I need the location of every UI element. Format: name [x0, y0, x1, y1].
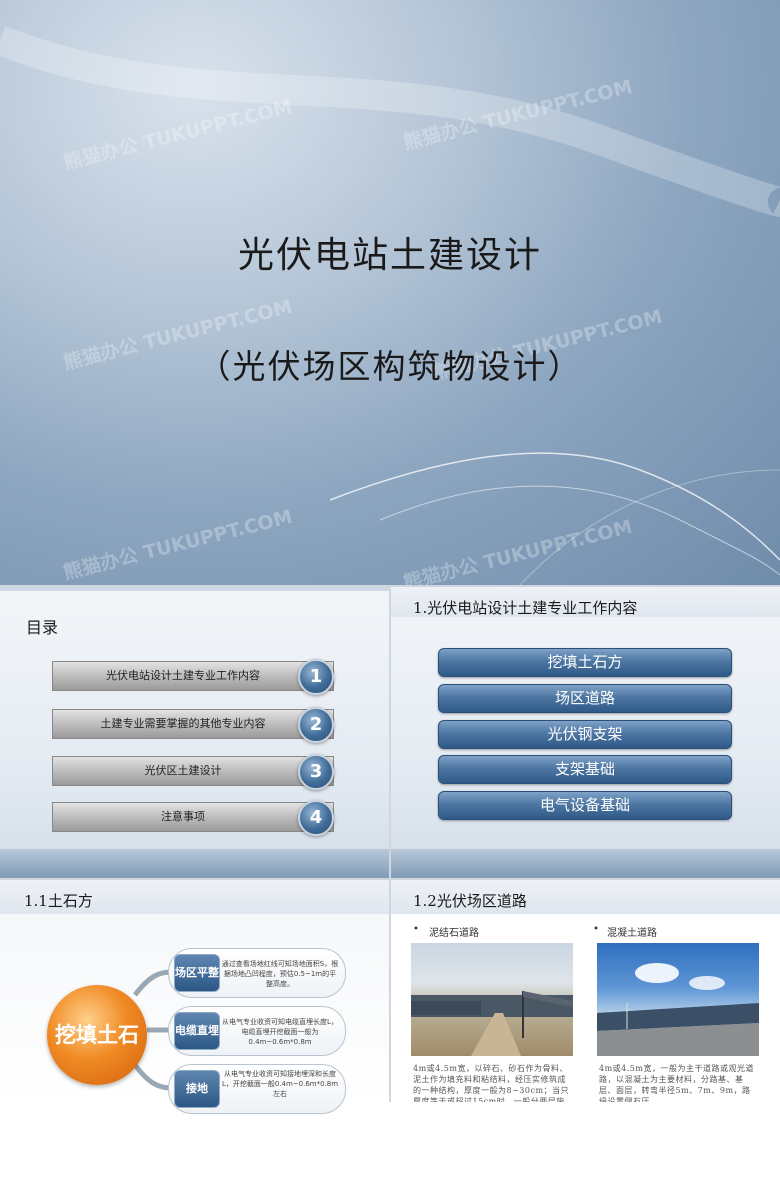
toc-number-badge: 4 [298, 800, 334, 836]
bullet-dot: • [593, 924, 599, 935]
slide-divider [389, 587, 391, 1102]
branch-label: 场区平整 [174, 954, 220, 992]
branch-text: 通过查看场地红线可知场地面积S，根据场地凸凹程度，预估0.5~1m的平整高度。 [221, 960, 339, 988]
toc-item-3[interactable]: 光伏区土建设计 [52, 756, 334, 786]
slide-divider [0, 878, 780, 880]
left-bullet-label: 泥结石道路 [429, 928, 479, 939]
branch-text: 从电气专业收资可知接地埋深和长度L，开挖截面一般0.4m~0.6m*0.8m左右 [221, 1070, 339, 1098]
earthwork-branch-grounding: 接地 从电气专业收资可知接地埋深和长度L，开挖截面一般0.4m~0.6m*0.8… [168, 1064, 346, 1114]
toc-heading: 目录 [26, 618, 59, 637]
gravel-road-photo [411, 943, 573, 1056]
work-item-roads[interactable]: 场区道路 [438, 684, 732, 713]
slide-footer-band [0, 849, 389, 878]
toc-item-label: 光伏区土建设计 [144, 764, 222, 777]
toc-number-badge: 2 [298, 707, 334, 743]
right-bullet-label: 混凝土道路 [607, 928, 657, 939]
toc-item-2[interactable]: 土建专业需要掌握的其他专业内容 [52, 709, 334, 739]
concrete-road-description: 4m或4.5m宽，一般为主干道路或观光道路，以混凝土为主要材料，分路基、基层、面… [599, 1064, 754, 1102]
earthwork-center-label: 挖填土石方 [55, 1022, 139, 1147]
toc-item-label: 光伏电站设计土建专业工作内容 [106, 669, 260, 682]
cover-title: 光伏电站土建设计 [237, 235, 542, 276]
toc-item-1[interactable]: 光伏电站设计土建专业工作内容 [52, 661, 334, 691]
branch-label: 电缆直埋 [174, 1012, 220, 1050]
branch-label: 接地 [174, 1070, 220, 1108]
toc-number-badge: 3 [298, 754, 334, 790]
concrete-road-photo [597, 943, 759, 1056]
bullet-dot: • [413, 924, 419, 935]
slide-footer-band [391, 849, 780, 878]
toc-item-label: 土建专业需要掌握的其他专业内容 [100, 717, 266, 730]
slide-divider [0, 585, 780, 587]
earthwork-branch-grading: 场区平整 通过查看场地红线可知场地面积S，根据场地凸凹程度，预估0.5~1m的平… [168, 948, 346, 998]
toc-slide: 目录 光伏电站设计土建专业工作内容 1 土建专业需要掌握的其他专业内容 2 光伏… [0, 587, 389, 878]
cover-subtitle: （光伏场区构筑物设计） [197, 347, 583, 386]
work-heading: 1.光伏电站设计土建专业工作内容 [413, 599, 638, 617]
roads-slide: 1.2光伏场区道路 • 泥结石道路 • 混凝土道路 4m或4.5m宽，以碎石、砂… [391, 880, 780, 1102]
cover-slide: 熊猫办公 TUKUPPT.COM 熊猫办公 TUKUPPT.COM 熊猫办公 T… [0, 0, 780, 585]
roads-heading: 1.2光伏场区道路 [413, 892, 527, 910]
earthwork-branch-cable: 电缆直埋 从电气专业收资可知电缆直埋长度L，电缆直埋开挖截面一般为0.4m~0.… [168, 1006, 346, 1056]
branch-text: 从电气专业收资可知电缆直埋长度L，电缆直埋开挖截面一般为0.4m~0.6m*0.… [222, 1018, 338, 1046]
work-item-steel-support[interactable]: 光伏钢支架 [438, 720, 732, 749]
gravel-road-description: 4m或4.5m宽，以碎石、砂石作为骨料、泥土作为填充料和粘结料，经压实修筑成的一… [413, 1064, 570, 1102]
cover-swoosh [0, 26, 780, 585]
work-item-electrical-foundation[interactable]: 电气设备基础 [438, 791, 732, 820]
work-item-earthwork[interactable]: 挖填土石方 [438, 648, 732, 677]
toc-item-label: 注意事项 [161, 810, 205, 823]
toc-number-badge: 1 [298, 659, 334, 695]
toc-item-4[interactable]: 注意事项 [52, 802, 334, 832]
work-item-support-foundation[interactable]: 支架基础 [438, 755, 732, 784]
